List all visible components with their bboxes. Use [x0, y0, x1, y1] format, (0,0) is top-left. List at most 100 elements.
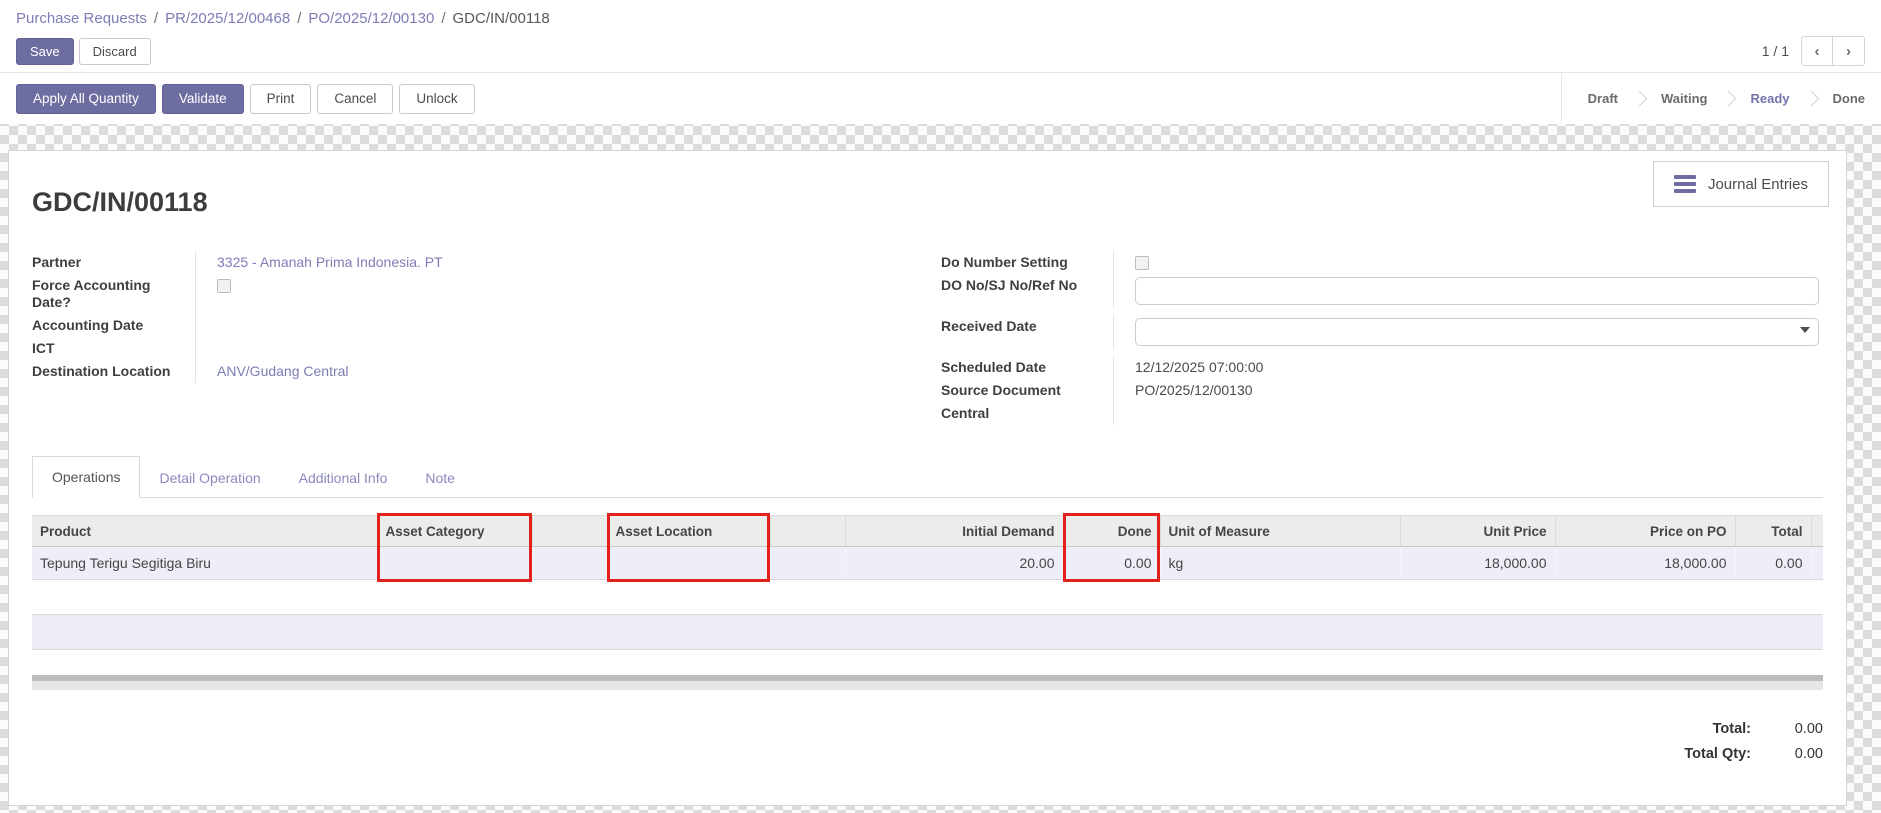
column-header-asset-location: Asset Location: [607, 516, 770, 547]
do-no-field: [1113, 274, 1823, 308]
form-sheet: GDC/IN/00118 Journal Entries Partner 332…: [8, 150, 1847, 806]
tab-operations[interactable]: Operations: [32, 456, 140, 498]
breadcrumb-separator: /: [441, 10, 445, 27]
source-document-label: Source Document: [941, 379, 1113, 402]
do-number-setting-checkbox[interactable]: [1135, 256, 1149, 270]
pager: 1 / 1 ‹ ›: [1762, 36, 1865, 66]
spacer: [941, 349, 1823, 356]
column-header-done: Done: [1063, 516, 1160, 547]
force-accounting-date-field: [195, 274, 552, 314]
source-document-value[interactable]: PO/2025/12/00130: [1113, 379, 1823, 402]
operations-table-wrap: Product Asset Category Asset Location In…: [32, 515, 1823, 580]
pager-count: 1 / 1: [1762, 43, 1789, 59]
breadcrumb-item-po[interactable]: PO/2025/12/00130: [308, 10, 434, 27]
cell-unit-of-measure[interactable]: kg: [1160, 547, 1400, 580]
field-group-left: Partner 3325 - Amanah Prima Indonesia. P…: [32, 251, 552, 383]
received-date-input[interactable]: [1135, 318, 1819, 346]
chevron-right-icon: ›: [1846, 43, 1851, 60]
chevron-separator-icon: [1632, 91, 1648, 107]
destination-location-value[interactable]: ANV/Gudang Central: [195, 360, 552, 383]
breadcrumb-separator: /: [297, 10, 301, 27]
cell-product[interactable]: Tepung Terigu Segitiga Biru: [32, 547, 377, 580]
partner-value[interactable]: 3325 - Amanah Prima Indonesia. PT: [195, 251, 552, 274]
scrollbar-thumb[interactable]: [32, 675, 1823, 681]
toolbar: Save Discard 1 / 1 ‹ ›: [0, 34, 1881, 68]
column-header-asset-category: Asset Category: [377, 516, 532, 547]
scheduled-date-label: Scheduled Date: [941, 356, 1113, 379]
discard-button[interactable]: Discard: [79, 38, 151, 65]
received-date-field: [1113, 315, 1823, 349]
horizontal-scrollbar[interactable]: [32, 675, 1823, 690]
central-label: Central: [941, 402, 1113, 425]
total-row: Total: 0.00: [1713, 721, 1823, 737]
cell-initial-demand[interactable]: 20.00: [845, 547, 1063, 580]
column-header-trailing: [1811, 516, 1823, 547]
pager-previous-button[interactable]: ‹: [1801, 36, 1833, 66]
cell-price-on-po[interactable]: 18,000.00: [1555, 547, 1735, 580]
total-label: Total:: [1713, 721, 1751, 737]
status-waiting[interactable]: Waiting: [1661, 91, 1707, 106]
column-header-blank-1: [532, 516, 607, 547]
do-number-setting-field: [1113, 251, 1823, 274]
column-header-price-on-po: Price on PO: [1555, 516, 1735, 547]
status-draft[interactable]: Draft: [1588, 91, 1618, 106]
table-row[interactable]: Tepung Terigu Segitiga Biru 20.00 0.00 k…: [32, 547, 1823, 580]
tab-additional-info[interactable]: Additional Info: [280, 458, 407, 498]
validate-button[interactable]: Validate: [162, 84, 244, 114]
table-header-row: Product Asset Category Asset Location In…: [32, 516, 1823, 547]
cancel-button[interactable]: Cancel: [317, 84, 393, 114]
column-header-total: Total: [1735, 516, 1811, 547]
tab-detail-operation[interactable]: Detail Operation: [140, 458, 279, 498]
cell-total[interactable]: 0.00: [1735, 547, 1811, 580]
scheduled-date-value[interactable]: 12/12/2025 07:00:00: [1113, 356, 1823, 379]
central-value[interactable]: [1113, 402, 1823, 425]
do-no-input[interactable]: [1135, 277, 1819, 305]
force-accounting-date-checkbox[interactable]: [217, 279, 231, 293]
unlock-button[interactable]: Unlock: [399, 84, 474, 114]
ict-label: ICT: [32, 337, 195, 360]
accounting-date-label: Accounting Date: [32, 314, 195, 337]
column-header-blank-2: [770, 516, 845, 547]
do-number-setting-label: Do Number Setting: [941, 251, 1113, 274]
status-ready[interactable]: Ready: [1750, 91, 1789, 106]
apply-all-quantity-button[interactable]: Apply All Quantity: [16, 84, 156, 114]
force-accounting-date-label: Force Accounting Date?: [32, 274, 195, 314]
destination-location-label: Destination Location: [32, 360, 195, 383]
ict-value[interactable]: [195, 337, 552, 360]
cell-done[interactable]: 0.00: [1063, 547, 1160, 580]
breadcrumb-item-purchase-requests[interactable]: Purchase Requests: [16, 10, 147, 27]
spacer: [941, 308, 1823, 315]
pager-next-button[interactable]: ›: [1833, 36, 1865, 66]
total-qty-value: 0.00: [1751, 746, 1823, 762]
total-qty-row: Total Qty: 0.00: [1684, 746, 1823, 762]
column-header-product: Product: [32, 516, 377, 547]
top-bars: Purchase Requests / PR/2025/12/00468 / P…: [0, 0, 1881, 124]
accounting-date-value[interactable]: [195, 314, 552, 337]
field-group-right: Do Number Setting DO No/SJ No/Ref No Rec…: [941, 251, 1823, 425]
breadcrumb-separator: /: [154, 10, 158, 27]
do-no-label: DO No/SJ No/Ref No: [941, 274, 1113, 308]
total-value: 0.00: [1751, 721, 1823, 737]
chevron-separator-icon: [1721, 91, 1737, 107]
cell-unit-price[interactable]: 18,000.00: [1400, 547, 1555, 580]
save-button[interactable]: Save: [16, 38, 74, 65]
partner-label: Partner: [32, 251, 195, 274]
breadcrumb-item-current: GDC/IN/00118: [452, 10, 549, 27]
menu-lines-icon: [1674, 173, 1696, 195]
journal-entries-button[interactable]: Journal Entries: [1653, 161, 1829, 207]
tab-note[interactable]: Note: [406, 458, 474, 498]
chevron-left-icon: ‹: [1815, 43, 1820, 60]
column-header-unit-of-measure: Unit of Measure: [1160, 516, 1400, 547]
cell-asset-location[interactable]: [607, 547, 770, 580]
cell-trailing: [1811, 547, 1823, 580]
status-done[interactable]: Done: [1833, 91, 1866, 106]
breadcrumb: Purchase Requests / PR/2025/12/00468 / P…: [0, 0, 1881, 36]
print-button[interactable]: Print: [250, 84, 312, 114]
received-date-label: Received Date: [941, 315, 1113, 349]
cell-asset-category[interactable]: [377, 547, 532, 580]
notebook-tabs: Operations Detail Operation Additional I…: [32, 454, 1823, 498]
breadcrumb-item-pr[interactable]: PR/2025/12/00468: [165, 10, 290, 27]
total-qty-label: Total Qty:: [1684, 746, 1751, 762]
caret-down-icon[interactable]: [1800, 327, 1810, 333]
page-title: GDC/IN/00118: [32, 187, 208, 218]
